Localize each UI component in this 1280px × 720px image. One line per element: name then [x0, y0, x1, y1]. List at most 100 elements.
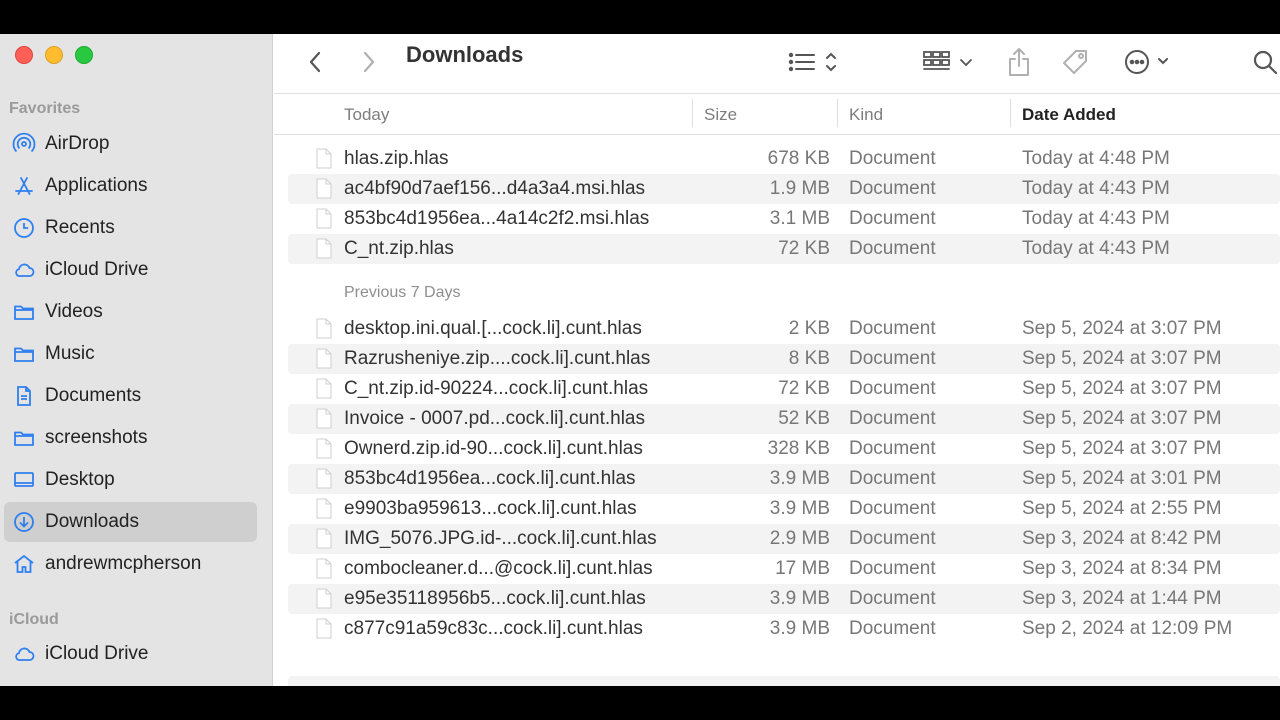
file-name: Invoice - 0007.pd...cock.li].cunt.hlas: [344, 408, 645, 429]
view-options-button[interactable]: [784, 42, 844, 82]
file-date-added: Sep 5, 2024 at 3:07 PM: [1022, 408, 1222, 429]
file-row[interactable]: 853bc4d1956ea...4a14c2f2.msi.hlas 3.1 MB D…: [288, 204, 1280, 234]
file-row[interactable]: Razrusheniye.zip....cock.li].cunt.hlas 8 …: [288, 344, 1280, 374]
column-header-name[interactable]: Today: [344, 105, 389, 125]
file-row[interactable]: desktop.ini.qual.[...cock.li].cunt.hlas 2…: [288, 314, 1280, 344]
sidebar-item-recents[interactable]: Recents: [4, 208, 257, 248]
sidebar-item-documents[interactable]: Documents: [4, 376, 257, 416]
file-kind: Document: [849, 178, 936, 199]
file-date-added: Sep 5, 2024 at 3:07 PM: [1022, 318, 1222, 339]
action-menu-button[interactable]: [1122, 42, 1176, 82]
file-row[interactable]: ac4bf90d7aef156...d4a3a4.msi.hlas 1.9 MB D…: [288, 174, 1280, 204]
zoom-window-button[interactable]: [75, 46, 93, 64]
minimize-window-button[interactable]: [45, 46, 63, 64]
file-row[interactable]: C_nt.zip.hlas 72 KB Document Today at 4:43 …: [288, 234, 1280, 264]
sidebar-item-home[interactable]: andrewmcpherson: [4, 544, 257, 584]
column-divider[interactable]: [1010, 99, 1011, 127]
sidebar-item-label: Documents: [45, 385, 142, 406]
share-button[interactable]: [1002, 42, 1036, 82]
file-date-added: Sep 5, 2024 at 3:07 PM: [1022, 438, 1222, 459]
document-file-icon: [316, 148, 332, 169]
clock-icon: [11, 215, 37, 241]
sidebar-item-music[interactable]: Music: [4, 334, 257, 374]
file-row[interactable]: IMG_5076.JPG.id-...cock.li].cunt.hlas 2.9…: [288, 524, 1280, 554]
file-row[interactable]: Invoice - 0007.pd...cock.li].cunt.hlas 52…: [288, 404, 1280, 434]
file-size: 17 MB: [775, 558, 830, 579]
file-date-added: Today at 4:48 PM: [1022, 148, 1170, 169]
forward-button[interactable]: [356, 42, 382, 82]
file-name: 853bc4d1956ea...4a14c2f2.msi.hlas: [344, 208, 650, 229]
sidebar-item-label: Desktop: [45, 469, 115, 490]
document-file-icon: [316, 528, 332, 549]
column-header-size[interactable]: Size: [704, 105, 737, 125]
finder-window: Favorites AirDrop Applications Recents i…: [0, 34, 1280, 686]
column-divider[interactable]: [837, 99, 838, 127]
icloud-header: iCloud: [9, 611, 59, 628]
share-icon: [1009, 48, 1029, 76]
file-name: ac4bf90d7aef156...d4a3a4.msi.hlas: [344, 178, 646, 199]
file-kind: Document: [849, 498, 936, 519]
search-button[interactable]: [1250, 42, 1280, 82]
sidebar-item-desktop[interactable]: Desktop: [4, 460, 257, 500]
tags-button[interactable]: [1058, 42, 1092, 82]
window-controls: [15, 46, 93, 64]
sidebar-item-applications[interactable]: Applications: [4, 166, 257, 206]
back-button[interactable]: [302, 42, 328, 82]
file-size: 8 KB: [788, 348, 830, 369]
file-row[interactable]: combocleaner.d...@cock.li].cunt.hlas 17 M…: [288, 554, 1280, 584]
file-kind: Document: [849, 378, 936, 399]
empty-row: [288, 676, 1280, 686]
column-header-date-added[interactable]: Date Added: [1022, 105, 1116, 125]
file-row[interactable]: C_nt.zip.id-90224...cock.li].cunt.hlas 72…: [288, 374, 1280, 404]
sidebar-item-label: Videos: [45, 301, 103, 322]
file-kind: Document: [849, 588, 936, 609]
file-row[interactable]: e95e35118956b5...cock.li].cunt.hlas 3.9 M…: [288, 584, 1280, 614]
document-file-icon: [316, 558, 332, 579]
file-name: IMG_5076.JPG.id-...cock.li].cunt.hlas: [344, 528, 657, 549]
file-row[interactable]: hlas.zip.hlas 678 KB Document Today at 4:48…: [288, 144, 1280, 174]
window-title: Downloads: [406, 42, 524, 67]
file-row[interactable]: e9903ba959613...cock.li].cunt.hlas 3.9 MB…: [288, 494, 1280, 524]
document-file-icon: [316, 348, 332, 369]
file-name: Ownerd.zip.id-90...cock.li].cunt.hlas: [344, 438, 643, 459]
file-row[interactable]: Ownerd.zip.id-90...cock.li].cunt.hlas 328…: [288, 434, 1280, 464]
column-header-kind[interactable]: Kind: [849, 105, 883, 125]
close-window-button[interactable]: [15, 46, 33, 64]
document-file-icon: [316, 238, 332, 259]
sidebar-item-icloud-drive[interactable]: iCloud Drive: [4, 250, 257, 290]
sidebar-item-label: screenshots: [45, 427, 148, 448]
file-row[interactable]: 853bc4d1956ea...cock.li].cunt.hlas 3.9 MB…: [288, 464, 1280, 494]
file-kind: Document: [849, 438, 936, 459]
toolbar: Downloads: [274, 34, 1280, 94]
file-kind: Document: [849, 558, 936, 579]
document-file-icon: [316, 438, 332, 459]
file-size: 72 KB: [778, 238, 830, 259]
file-date-added: Sep 5, 2024 at 3:07 PM: [1022, 348, 1222, 369]
sidebar-item-airdrop[interactable]: AirDrop: [4, 124, 257, 164]
sidebar-item-videos[interactable]: Videos: [4, 292, 257, 332]
document-file-icon: [316, 208, 332, 229]
sidebar-item-label: Applications: [45, 175, 148, 196]
group-button[interactable]: [920, 42, 976, 82]
applications-icon: [11, 173, 37, 199]
column-header-bar: Today Size Kind Date Added: [274, 95, 1280, 135]
airdrop-icon: [11, 131, 37, 157]
sidebar-item-label: Recents: [45, 217, 115, 238]
file-name: C_nt.zip.id-90224...cock.li].cunt.hlas: [344, 378, 649, 399]
file-date-added: Sep 3, 2024 at 8:42 PM: [1022, 528, 1222, 549]
sidebar-item-icloud-drive-2[interactable]: iCloud Drive: [4, 634, 257, 674]
column-divider[interactable]: [692, 99, 693, 127]
file-size: 72 KB: [778, 378, 830, 399]
file-row[interactable]: c877c91a59c83c...cock.li].cunt.hlas 3.9 M…: [288, 614, 1280, 644]
sidebar-item-label: iCloud Drive: [45, 259, 149, 280]
file-name: e95e35118956b5...cock.li].cunt.hlas: [344, 588, 646, 609]
sidebar-item-label: Music: [45, 343, 95, 364]
file-name: desktop.ini.qual.[...cock.li].cunt.hlas: [344, 318, 642, 339]
file-date-added: Sep 5, 2024 at 3:01 PM: [1022, 468, 1222, 489]
sidebar-item-screenshots[interactable]: screenshots: [4, 418, 257, 458]
grid-icon: [923, 51, 972, 70]
sidebar-item-downloads[interactable]: Downloads: [4, 502, 257, 542]
file-size: 3.9 MB: [769, 468, 830, 489]
group-label-previous-7-days: Previous 7 Days: [344, 284, 461, 301]
file-kind: Document: [849, 468, 936, 489]
